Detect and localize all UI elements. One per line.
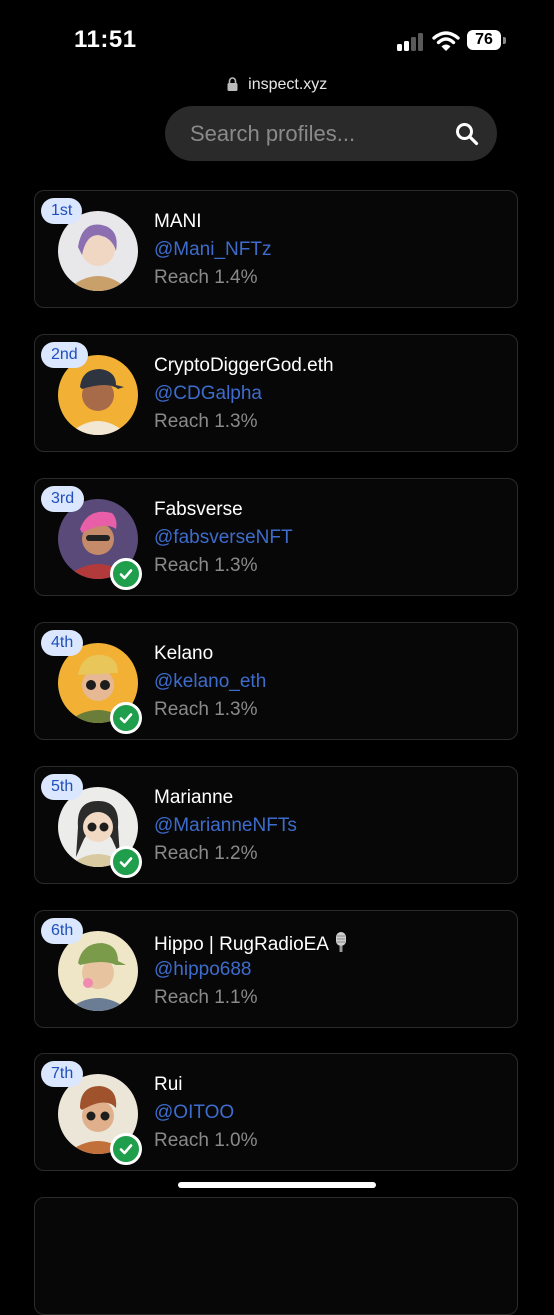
profile-card-5[interactable]: 5th Marianne @MarianneNFTs Reach 1.2%	[34, 766, 518, 884]
profile-handle[interactable]: @OITOO	[154, 1102, 234, 1124]
profile-name: Fabsverse	[154, 499, 243, 520]
profile-handle[interactable]: @fabsverseNFT	[154, 527, 293, 549]
profile-handle[interactable]: @MarianneNFTs	[154, 815, 297, 837]
url-text: inspect.xyz	[248, 76, 328, 93]
profile-card-3[interactable]: 3rd Fabsverse @fabsverseNFT Reach 1.3%	[34, 478, 518, 596]
rank-badge: 6th	[41, 918, 84, 944]
lock-icon	[227, 77, 238, 91]
profile-card-4[interactable]: 4th Kelano @kelano_eth Reach 1.3%	[34, 622, 518, 740]
profile-name: CryptoDiggerGod.eth	[154, 355, 334, 376]
profile-handle[interactable]: @kelano_eth	[154, 671, 266, 693]
rank-badge: 5th	[41, 774, 84, 800]
profile-card-2[interactable]: 2nd CryptoDiggerGod.eth @CDGalpha Reach …	[34, 334, 518, 452]
profile-name: MANI	[154, 211, 202, 232]
profile-name: Hippo | RugRadioEA	[154, 931, 351, 956]
rank-badge: 4th	[41, 630, 84, 656]
wifi-icon	[432, 31, 460, 51]
reach-value: Reach 1.3%	[154, 411, 258, 432]
battery-icon: 76	[467, 30, 507, 52]
address-bar[interactable]: inspect.xyz	[0, 76, 554, 98]
verified-check-icon	[110, 558, 142, 590]
verified-check-icon	[110, 846, 142, 878]
profile-card-7[interactable]: 7th Rui @OITOO Reach 1.0%	[34, 1053, 518, 1171]
profile-handle[interactable]: @Mani_NFTz	[154, 239, 271, 261]
profile-card-1[interactable]: 1st MANI @Mani_NFTz Reach 1.4%	[34, 190, 518, 308]
profile-name: Kelano	[154, 643, 214, 664]
rank-badge: 3rd	[41, 486, 85, 512]
search-input[interactable]: Search profiles...	[190, 121, 355, 147]
microphone-icon	[335, 932, 346, 952]
search-icon[interactable]	[455, 122, 479, 146]
reach-value: Reach 1.2%	[154, 843, 258, 864]
rank-badge: 7th	[41, 1061, 84, 1087]
home-indicator[interactable]	[178, 1182, 376, 1188]
reach-value: Reach 1.3%	[154, 555, 258, 576]
reach-value: Reach 1.4%	[154, 267, 258, 288]
rank-badge: 1st	[41, 198, 83, 224]
search-bar[interactable]: Search profiles...	[165, 106, 497, 161]
rank-badge: 2nd	[41, 342, 88, 368]
status-bar: 11:51 76	[0, 0, 554, 80]
profile-name: Marianne	[154, 787, 234, 808]
battery-level: 76	[467, 30, 501, 50]
verified-check-icon	[110, 1133, 142, 1165]
reach-value: Reach 1.0%	[154, 1130, 258, 1151]
profile-handle[interactable]: @CDGalpha	[154, 383, 262, 405]
clock: 11:51	[74, 26, 137, 53]
profile-handle[interactable]: @hippo688	[154, 959, 251, 981]
reach-value: Reach 1.1%	[154, 987, 258, 1008]
profile-card-8[interactable]	[34, 1197, 518, 1315]
verified-check-icon	[110, 702, 142, 734]
profile-name: Rui	[154, 1074, 183, 1095]
reach-value: Reach 1.3%	[154, 699, 258, 720]
cellular-signal-icon	[397, 33, 425, 51]
profile-card-6[interactable]: 6th Hippo | RugRadioEA @hippo688 Reach 1…	[34, 910, 518, 1028]
